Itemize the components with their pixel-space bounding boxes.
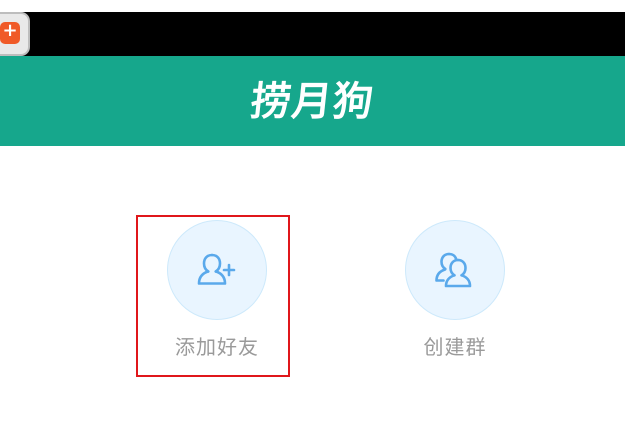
create-group-button[interactable]: 创建群 (385, 220, 525, 360)
app-header: 捞月狗 (0, 56, 625, 146)
app-logo-title: 捞月狗 (248, 79, 377, 125)
plus-icon: + (2, 20, 18, 41)
create-group-label: 创建群 (423, 335, 487, 359)
add-user-icon (197, 253, 236, 285)
window-top-edge (0, 0, 625, 12)
add-friend-label: 添加好友 (175, 335, 259, 359)
add-friend-button[interactable]: 添加好友 (147, 220, 287, 360)
app-screen: + 捞月狗 添加好友 创建群 (0, 0, 625, 424)
group-icon (435, 252, 472, 288)
create-group-icon-circle[interactable] (405, 220, 505, 320)
status-bar (0, 12, 625, 56)
app-shortcut-icon[interactable]: + (0, 12, 30, 56)
add-friend-icon-circle[interactable] (167, 220, 267, 320)
